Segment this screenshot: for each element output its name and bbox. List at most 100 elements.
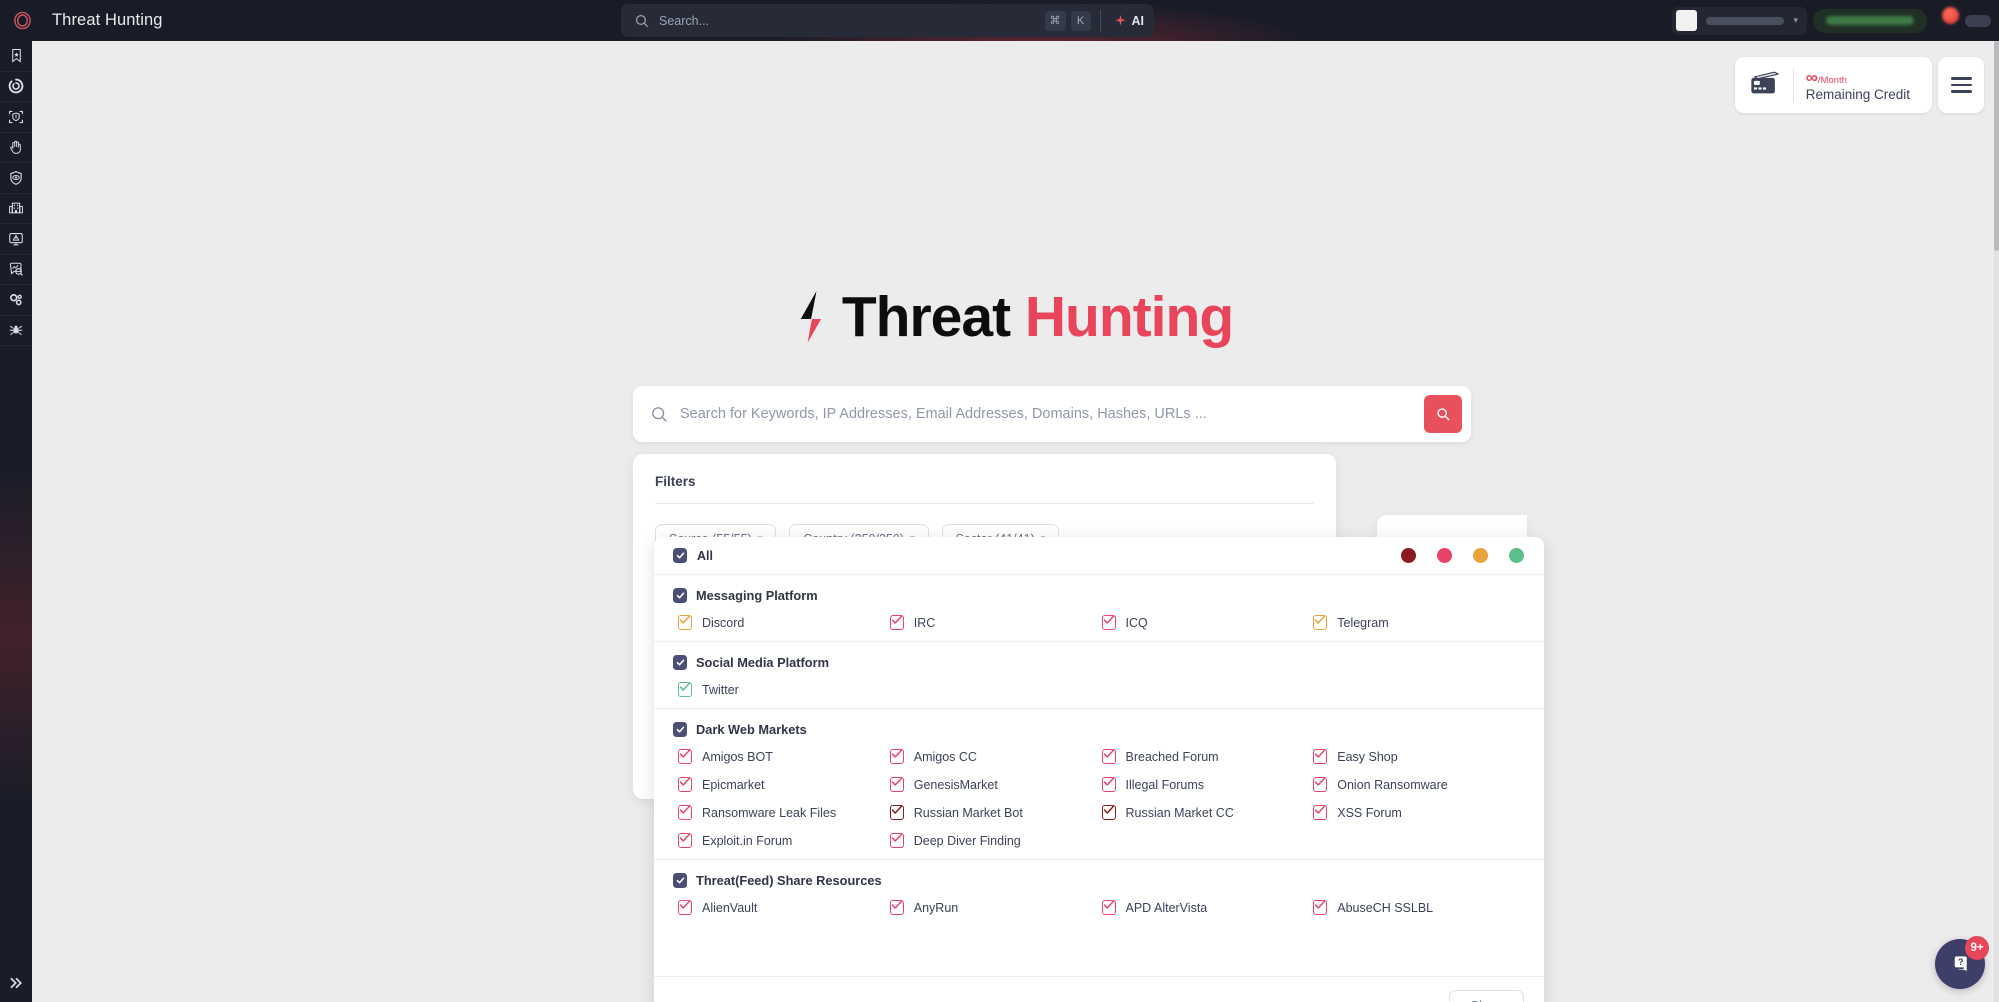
shield-scan-icon bbox=[9, 110, 23, 123]
checkbox-checked-icon bbox=[889, 805, 904, 820]
ai-button[interactable]: AI bbox=[1099, 9, 1144, 32]
filter-option[interactable]: ICQ bbox=[1101, 615, 1314, 630]
filter-option[interactable]: Breached Forum bbox=[1101, 749, 1314, 764]
topbar-extra-redacted[interactable] bbox=[1965, 14, 1991, 27]
threat-search-bar[interactable] bbox=[633, 386, 1471, 442]
checkbox-checked-icon bbox=[678, 833, 692, 848]
filter-option[interactable]: Epicmarket bbox=[678, 777, 890, 792]
filter-section: Social Media Platform Twitter bbox=[654, 642, 1544, 709]
filter-option[interactable]: Russian Market Bot bbox=[889, 805, 1102, 820]
bookmark-icon bbox=[11, 49, 21, 63]
help-chat-button[interactable]: ? 9+ bbox=[1935, 936, 1989, 989]
search-submit-button[interactable] bbox=[1424, 395, 1462, 433]
user-menu[interactable]: ▾ bbox=[1672, 6, 1807, 35]
filter-section: Threat(Feed) Share Resources AlienVault An… bbox=[654, 860, 1544, 926]
close-button[interactable]: Close bbox=[1448, 990, 1524, 1002]
hero-section: Threat Hunting bbox=[32, 284, 1999, 350]
app-logo[interactable] bbox=[6, 11, 38, 30]
filter-option-label: APD AlterVista bbox=[1125, 900, 1208, 915]
sidebar-item-organization[interactable] bbox=[0, 194, 32, 224]
legend-dot-critical[interactable] bbox=[1401, 548, 1416, 563]
filter-option[interactable]: Twitter bbox=[678, 682, 890, 697]
sidebar-item-shield-scan[interactable] bbox=[0, 102, 32, 133]
filter-option-label: Discord bbox=[702, 615, 745, 630]
filter-section-toggle[interactable]: Messaging Platform bbox=[673, 588, 1525, 603]
filter-option-label: Ransomware Leak Files bbox=[702, 805, 837, 820]
search-icon bbox=[635, 14, 649, 28]
severity-legend-dots bbox=[1401, 548, 1524, 563]
filter-option[interactable]: Onion Ransomware bbox=[1313, 777, 1525, 792]
filter-option[interactable]: Deep Diver Finding bbox=[889, 833, 1102, 848]
filter-option-label: ICQ bbox=[1125, 615, 1148, 630]
filter-option[interactable]: Exploit.in Forum bbox=[678, 833, 890, 848]
filter-option-label: Telegram bbox=[1337, 615, 1389, 630]
filter-option[interactable]: APD AlterVista bbox=[1101, 900, 1314, 915]
checkbox-checked-icon bbox=[1101, 749, 1116, 764]
circle-o-logo-icon bbox=[13, 11, 31, 30]
credit-texts: ∞ /Month Remaining Credit bbox=[1806, 69, 1910, 102]
source-filter-dropdown: All Messaging Platform Discord IRC ICQ Teleg… bbox=[654, 537, 1544, 1002]
loading-circle-icon bbox=[8, 78, 24, 94]
filter-option[interactable]: Russian Market CC bbox=[1101, 805, 1314, 820]
main-content: ∞ /Month Remaining Credit Threat Hunting bbox=[32, 41, 1999, 1002]
monitor-alert-icon bbox=[9, 232, 23, 246]
menu-button[interactable] bbox=[1938, 57, 1984, 113]
filter-option[interactable]: Easy Shop bbox=[1313, 749, 1525, 764]
filter-option[interactable]: Amigos CC bbox=[889, 749, 1102, 764]
filter-section-toggle[interactable]: Social Media Platform bbox=[673, 655, 1525, 670]
filter-section-toggle[interactable]: Threat(Feed) Share Resources bbox=[673, 873, 1525, 888]
filter-option[interactable]: Amigos BOT bbox=[678, 749, 890, 764]
legend-dot-medium[interactable] bbox=[1473, 548, 1488, 563]
sidebar-expand-button[interactable] bbox=[0, 976, 32, 990]
search-input[interactable] bbox=[680, 406, 1424, 422]
topbar-right-cluster: ▾ bbox=[1672, 0, 1991, 41]
filter-option[interactable]: AbuseCH SSLBL bbox=[1313, 900, 1525, 915]
filter-option[interactable]: Ransomware Leak Files bbox=[678, 805, 890, 820]
sidebar-glow bbox=[0, 472, 32, 802]
avatar bbox=[1676, 10, 1698, 31]
sidebar-item-settings[interactable] bbox=[0, 285, 32, 316]
sidebar-item-bookmark[interactable] bbox=[0, 41, 32, 72]
filter-option-label: Breached Forum bbox=[1125, 749, 1219, 764]
sidebar-item-shield-eye[interactable] bbox=[0, 163, 32, 194]
notifications-button[interactable] bbox=[1933, 6, 1959, 34]
hamburger-icon bbox=[1950, 77, 1972, 93]
filter-option[interactable]: Discord bbox=[678, 615, 890, 630]
checkbox-checked-icon bbox=[1313, 777, 1328, 792]
filter-option-label: Twitter bbox=[702, 682, 739, 697]
checkbox-checked-icon bbox=[889, 833, 904, 848]
sidebar-item-hand[interactable] bbox=[0, 133, 32, 163]
filter-section-toggle[interactable]: Dark Web Markets bbox=[673, 722, 1525, 737]
search-shortcut-hints: ⌘ K bbox=[1044, 10, 1091, 31]
sidebar-item-investigate[interactable] bbox=[0, 255, 32, 285]
filter-option[interactable]: XSS Forum bbox=[1313, 805, 1525, 820]
page-scrollbar[interactable] bbox=[1994, 41, 1999, 1002]
filter-option[interactable]: AnyRun bbox=[889, 900, 1102, 915]
global-search-box[interactable]: Search... ⌘ K AI bbox=[621, 4, 1154, 37]
sidebar-item-monitor-alert[interactable] bbox=[0, 224, 32, 255]
filter-option-label: AbuseCH SSLBL bbox=[1337, 900, 1434, 915]
checkbox-checked-icon bbox=[678, 615, 692, 630]
filter-option[interactable]: AlienVault bbox=[678, 900, 890, 915]
sidebar-item-threat-actor[interactable] bbox=[0, 316, 32, 346]
scrollbar-thumb[interactable] bbox=[1994, 41, 1999, 251]
status-pill[interactable] bbox=[1813, 8, 1927, 33]
sidebar-item-refresh[interactable] bbox=[0, 72, 32, 102]
checkbox-checked-icon bbox=[678, 749, 692, 764]
filter-option[interactable]: Illegal Forums bbox=[1101, 777, 1314, 792]
checkbox-checked-icon bbox=[1313, 749, 1328, 764]
kbd-k: K bbox=[1070, 10, 1091, 31]
legend-dot-low[interactable] bbox=[1509, 548, 1524, 563]
filter-option-label: IRC bbox=[913, 615, 936, 630]
remaining-credit-card[interactable]: ∞ /Month Remaining Credit bbox=[1734, 57, 1932, 113]
filter-option[interactable]: IRC bbox=[889, 615, 1102, 630]
credit-widget-group: ∞ /Month Remaining Credit bbox=[1734, 57, 1984, 113]
left-sidebar bbox=[0, 41, 32, 1002]
filter-option[interactable]: GenesisMarket bbox=[889, 777, 1102, 792]
filter-option-label: Easy Shop bbox=[1337, 749, 1398, 764]
filter-option[interactable]: Telegram bbox=[1313, 615, 1525, 630]
hero-title-primary: Threat bbox=[841, 285, 1011, 349]
legend-dot-high[interactable] bbox=[1437, 548, 1452, 563]
select-all-option[interactable]: All bbox=[673, 548, 713, 563]
dropdown-header: All bbox=[654, 537, 1544, 575]
